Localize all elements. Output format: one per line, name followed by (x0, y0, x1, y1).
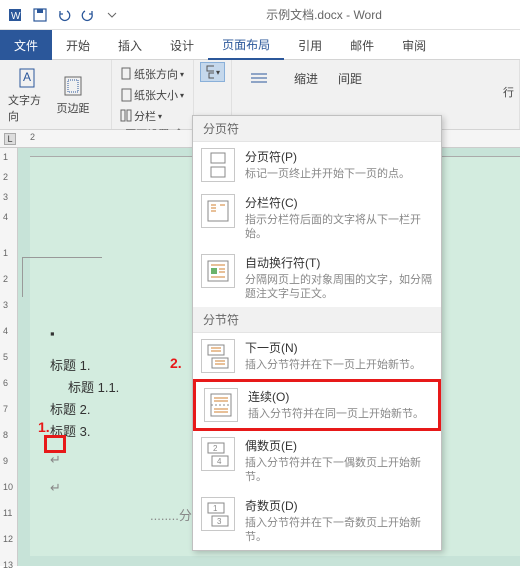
margins-button[interactable]: 页边距 (52, 62, 94, 127)
word-icon[interactable]: W (4, 3, 28, 27)
annotation-1: 1. (38, 419, 50, 435)
breaks-icon (205, 65, 214, 79)
even-page-item[interactable]: 24 偶数页(E) 插入分节符并在下一偶数页上开始新节。 (193, 431, 441, 491)
tab-design[interactable]: 设计 (156, 30, 208, 60)
margins-icon (62, 74, 84, 98)
next-page-item[interactable]: 下一页(N) 插入分节符并在下一页上开始新节。 (193, 333, 441, 379)
size-button[interactable]: 纸张大小 ▾ (118, 85, 187, 105)
text-direction-button[interactable]: A 文字方向 (6, 62, 48, 127)
column-break-icon (201, 194, 235, 228)
columns-button[interactable]: 分栏 ▾ (118, 106, 187, 126)
qat-customize-icon[interactable] (100, 3, 124, 27)
svg-text:A: A (23, 70, 31, 84)
tab-selector[interactable]: L (4, 133, 16, 145)
text-direction-icon: A (16, 66, 38, 90)
title-bar: W 示例文档.docx - Word (0, 0, 520, 30)
tab-home[interactable]: 开始 (52, 30, 104, 60)
continuous-item[interactable]: 连续(O) 插入分节符并在同一页上开始新节。 (193, 379, 441, 431)
page-break-icon (201, 148, 235, 182)
quick-access-toolbar: W (0, 1, 128, 29)
window-title: 示例文档.docx - Word (128, 6, 520, 23)
cursor-highlight (44, 435, 66, 453)
breaks-dropdown: 分页符 分页符(P) 标记一页终止并开始下一页的点。 分栏符(C) 指示分栏符后… (192, 115, 442, 551)
page-break-item[interactable]: 分页符(P) 标记一页终止并开始下一页的点。 (193, 142, 441, 188)
tab-review[interactable]: 审阅 (388, 30, 440, 60)
svg-text:2: 2 (213, 444, 218, 453)
text-wrap-item[interactable]: 自动换行符(T) 分隔网页上的对象周围的文字，如分隔题注文字与正文。 (193, 248, 441, 308)
annotation-2: 2. (170, 355, 182, 371)
spacing-label: 间距 (338, 66, 362, 94)
ribbon: A 文字方向 页边距 纸张方向 ▾ 纸张大小 ▾ (0, 60, 520, 130)
tab-file[interactable]: 文件 (0, 30, 52, 60)
svg-text:1: 1 (213, 504, 218, 513)
save-icon[interactable] (28, 3, 52, 27)
ribbon-tabs: 文件 开始 插入 设计 页面布局 引用 邮件 审阅 (0, 30, 520, 60)
text-wrap-icon (201, 254, 235, 288)
tab-mailings[interactable]: 邮件 (336, 30, 388, 60)
size-icon (120, 88, 134, 102)
svg-text:4: 4 (217, 457, 222, 466)
columns-icon (120, 109, 134, 123)
redo-icon[interactable] (76, 3, 100, 27)
indent-label: 缩进 (294, 66, 318, 94)
line-end-label: 行 (497, 82, 520, 102)
column-break-item[interactable]: 分栏符(C) 指示分栏符后面的文字将从下一栏开始。 (193, 188, 441, 248)
odd-page-item[interactable]: 13 奇数页(D) 插入分节符并在下一奇数页上开始新节。 (193, 491, 441, 551)
continuous-icon (204, 388, 238, 422)
vertical-ruler[interactable]: 1 2 3 4 1 2 3 4 5 6 7 8 9 10 11 12 13 (0, 148, 18, 566)
tab-layout[interactable]: 页面布局 (208, 30, 284, 60)
tab-references[interactable]: 引用 (284, 30, 336, 60)
section-breaks-header: 分节符 (193, 307, 441, 333)
svg-text:W: W (11, 11, 21, 22)
paragraph-button[interactable] (244, 66, 274, 94)
orientation-icon (120, 67, 134, 81)
page-breaks-header: 分页符 (193, 116, 441, 142)
breaks-button[interactable]: ▾ (200, 62, 225, 82)
orientation-button[interactable]: 纸张方向 ▾ (118, 64, 187, 84)
tab-insert[interactable]: 插入 (104, 30, 156, 60)
next-page-icon (201, 339, 235, 373)
even-page-icon: 24 (201, 437, 235, 471)
svg-text:3: 3 (217, 517, 222, 526)
odd-page-icon: 13 (201, 497, 235, 531)
paragraph-icon (249, 68, 269, 92)
undo-icon[interactable] (52, 3, 76, 27)
